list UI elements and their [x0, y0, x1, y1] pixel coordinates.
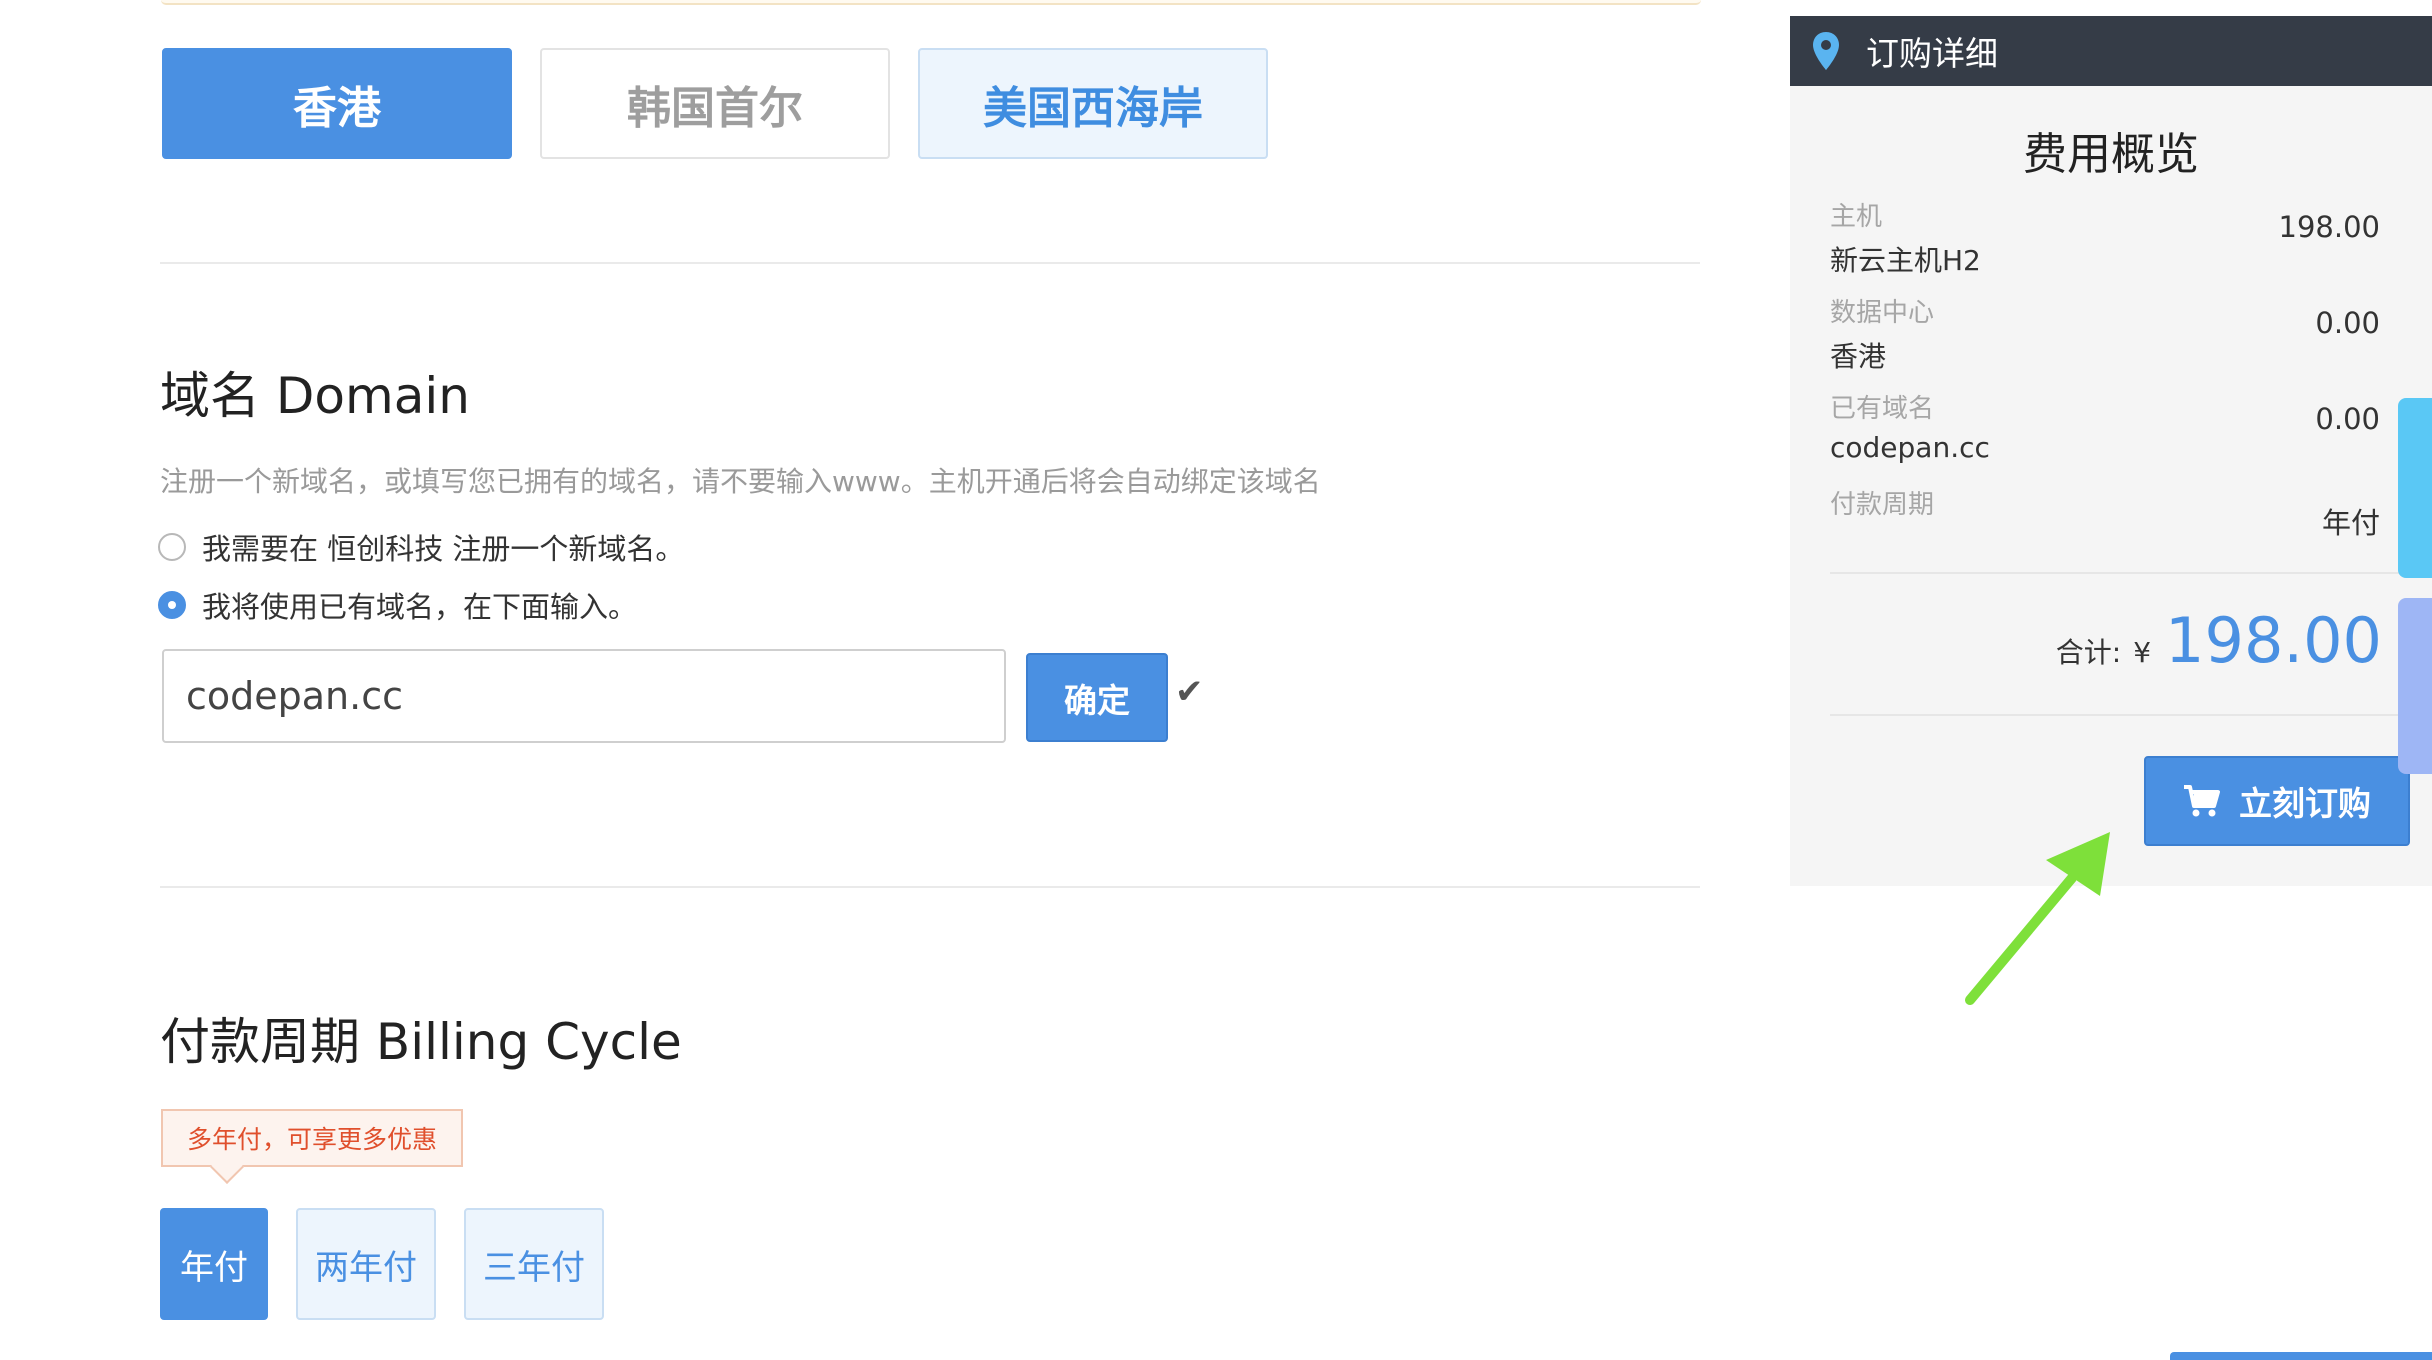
location-pin-icon: [1812, 29, 1844, 73]
line-item-price: 年付: [2321, 506, 2380, 540]
radio-existing-label: 我将使用已有域名，在下面输入。: [202, 590, 638, 624]
order-now-label: 立刻订购: [2239, 784, 2371, 823]
notice-strip: [161, 0, 1701, 5]
confirm-domain-button[interactable]: 确定: [1026, 653, 1168, 742]
billing-option-annual[interactable]: 年付: [160, 1208, 268, 1320]
shopping-cart-icon: [2183, 784, 2221, 818]
order-panel-header-title: 订购详细: [1866, 34, 1998, 73]
line-item-label: 已有域名: [1830, 394, 1935, 424]
floating-side-tab[interactable]: [2398, 598, 2432, 774]
bottom-edge-strip: [2170, 1352, 2432, 1360]
total-amount: 198.00: [2165, 604, 2382, 677]
line-item-value: 新云主机H2: [1830, 244, 1981, 277]
order-total: 合计: ¥ 198.00: [2056, 604, 2382, 677]
domain-description: 注册一个新域名，或填写您已拥有的域名，请不要输入www。主机开通后将会自动绑定该…: [160, 465, 1321, 498]
section-divider: [160, 886, 1700, 888]
radio-use-existing-domain[interactable]: 我将使用已有域名，在下面输入。: [158, 584, 637, 626]
radio-register-label: 我需要在 恒创科技 注册一个新域名。: [202, 532, 685, 566]
line-item-label: 付款周期: [1830, 490, 1935, 520]
radio-checked-icon[interactable]: [158, 591, 186, 619]
radio-register-new-domain[interactable]: 我需要在 恒创科技 注册一个新域名。: [158, 526, 684, 568]
line-item-label: 数据中心: [1830, 298, 1935, 328]
line-item-value: 香港: [1830, 340, 1887, 373]
order-summary-panel: 订购详细 费用概览 主机 新云主机H2 198.00 数据中心 香港 0.00 …: [1790, 16, 2432, 886]
panel-divider: [1830, 714, 2430, 716]
total-label: 合计:: [2055, 636, 2122, 669]
floating-side-tab[interactable]: [2398, 398, 2432, 578]
cost-overview-title: 费用概览: [2023, 129, 2199, 180]
datacenter-option-hongkong[interactable]: 香港: [162, 48, 512, 159]
billing-option-two-year[interactable]: 两年付: [296, 1208, 436, 1320]
annotation-arrow-icon: [1965, 832, 2110, 1005]
datacenter-option-seoul[interactable]: 韩国首尔: [540, 48, 890, 159]
line-item-value: codepan.cc: [1830, 431, 1990, 464]
line-item-domain: 已有域名 codepan.cc 0.00: [1830, 388, 2390, 464]
line-item-billing-cycle: 付款周期 年付: [1830, 484, 2390, 540]
line-item-datacenter: 数据中心 香港 0.00: [1830, 292, 2390, 375]
section-divider: [160, 262, 1700, 264]
domain-section-title: 域名 Domain: [160, 367, 470, 425]
billing-promo-tooltip: 多年付，可享更多优惠: [161, 1109, 463, 1167]
billing-option-three-year[interactable]: 三年付: [464, 1208, 604, 1320]
checkmark-icon: ✔: [1175, 672, 1204, 712]
line-item-price: 198.00: [2278, 210, 2380, 244]
line-item-price: 0.00: [2315, 402, 2380, 436]
billing-section-title: 付款周期 Billing Cycle: [160, 1013, 682, 1071]
panel-divider: [1830, 572, 2430, 574]
datacenter-option-us-west[interactable]: 美国西海岸: [918, 48, 1268, 159]
domain-input[interactable]: [162, 649, 1006, 743]
order-now-button[interactable]: 立刻订购: [2144, 756, 2410, 846]
order-panel-header: 订购详细: [1790, 16, 2432, 86]
radio-unchecked-icon[interactable]: [158, 533, 186, 561]
total-currency: ¥: [2133, 636, 2152, 669]
line-item-price: 0.00: [2315, 306, 2380, 340]
line-item-host: 主机 新云主机H2 198.00: [1830, 196, 2390, 279]
